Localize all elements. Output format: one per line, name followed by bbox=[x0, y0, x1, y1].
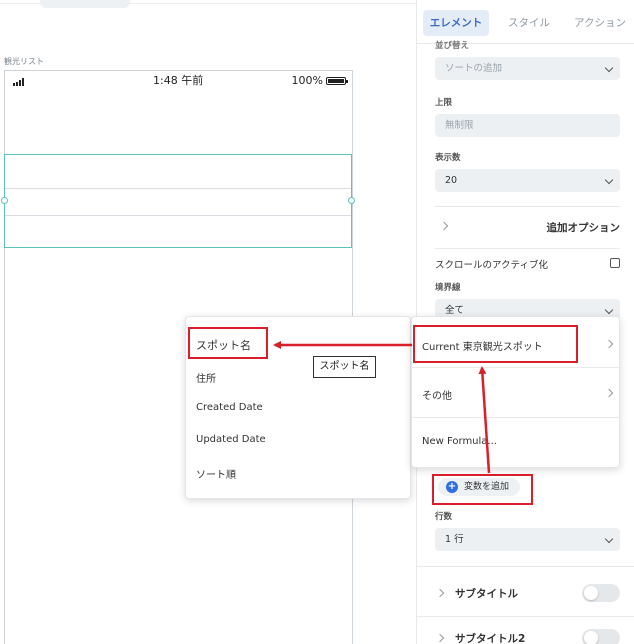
border-select-value: 全て bbox=[445, 305, 465, 316]
chevron-right-icon bbox=[435, 588, 445, 598]
annotation-box-current-source bbox=[413, 325, 578, 363]
count-label: 表示数 bbox=[435, 153, 461, 163]
signal-icon bbox=[13, 78, 27, 86]
sort-select[interactable]: ソートの追加 bbox=[435, 57, 620, 80]
selected-list-element[interactable] bbox=[4, 154, 352, 248]
chevron-right-icon bbox=[439, 221, 449, 231]
annotation-box-add-variable bbox=[432, 474, 533, 505]
field-menu-item-created-date[interactable]: Created Date bbox=[196, 402, 263, 413]
rows-select-value: 1 行 bbox=[445, 534, 464, 545]
subtitle2-toggle[interactable] bbox=[582, 629, 620, 644]
tab-elements[interactable]: エレメント bbox=[423, 10, 489, 36]
resize-handle-left[interactable] bbox=[1, 197, 8, 204]
subtitle2-label: サブタイトル2 bbox=[455, 633, 526, 644]
limit-label: 上限 bbox=[435, 98, 453, 108]
canvas-top-divider bbox=[0, 3, 416, 4]
count-select-value: 20 bbox=[445, 175, 458, 186]
battery-percent: 100% bbox=[291, 74, 323, 87]
field-menu-item-updated-date[interactable]: Updated Date bbox=[196, 434, 266, 445]
chevron-right-icon bbox=[604, 388, 614, 398]
scroll-active-checkbox[interactable] bbox=[610, 258, 620, 268]
tooltip-spot-name: スポット名 bbox=[313, 356, 376, 378]
subtitle-label: サブタイトル bbox=[455, 588, 518, 600]
menu-divider bbox=[412, 367, 619, 368]
chevron-down-icon bbox=[604, 63, 614, 73]
panel-tabs: エレメント スタイル アクション bbox=[417, 0, 634, 44]
chevron-down-icon bbox=[604, 175, 614, 185]
section-divider bbox=[417, 616, 634, 617]
rows-label: 行数 bbox=[435, 512, 453, 522]
chevron-right-icon bbox=[604, 339, 614, 349]
resize-handle-right[interactable] bbox=[348, 197, 355, 204]
list-row-divider bbox=[5, 215, 351, 216]
subtitle-toggle[interactable] bbox=[582, 584, 620, 602]
source-menu-item-other[interactable]: その他 bbox=[422, 387, 452, 402]
extra-options-row[interactable]: 追加オプション bbox=[435, 214, 620, 240]
limit-input[interactable]: 無制限 bbox=[435, 114, 620, 137]
count-select[interactable]: 20 bbox=[435, 169, 620, 192]
canvas-top-tab bbox=[40, 0, 130, 8]
rows-select[interactable]: 1 行 bbox=[435, 528, 620, 551]
tab-style[interactable]: スタイル bbox=[499, 10, 559, 36]
limit-input-placeholder: 無制限 bbox=[445, 120, 474, 131]
sort-select-value: ソートの追加 bbox=[445, 63, 503, 74]
chevron-down-icon bbox=[604, 534, 614, 544]
chevron-right-icon bbox=[435, 633, 445, 643]
screen-label: 観光リスト bbox=[4, 57, 44, 66]
source-menu-item-new-formula[interactable]: New Formula... bbox=[422, 436, 497, 447]
section-divider bbox=[435, 248, 620, 249]
annotation-box-spot-name bbox=[188, 327, 268, 359]
field-menu-item-sort-order[interactable]: ソート順 bbox=[196, 466, 236, 481]
list-row-divider bbox=[5, 188, 351, 189]
field-menu-item-address[interactable]: 住所 bbox=[196, 370, 216, 385]
menu-divider bbox=[412, 417, 619, 418]
status-time: 1:48 午前 bbox=[153, 74, 204, 87]
battery-status: 100% bbox=[291, 74, 348, 87]
sort-label: 並び替え bbox=[435, 41, 470, 51]
chevron-down-icon bbox=[604, 305, 614, 315]
section-divider bbox=[417, 566, 634, 567]
border-label: 境界線 bbox=[435, 283, 461, 293]
battery-icon bbox=[326, 76, 348, 85]
tab-actions[interactable]: アクション bbox=[567, 10, 633, 36]
scroll-active-label: スクロールのアクティブ化 bbox=[435, 260, 548, 271]
section-divider bbox=[435, 206, 620, 207]
extra-options-label: 追加オプション bbox=[546, 222, 621, 234]
